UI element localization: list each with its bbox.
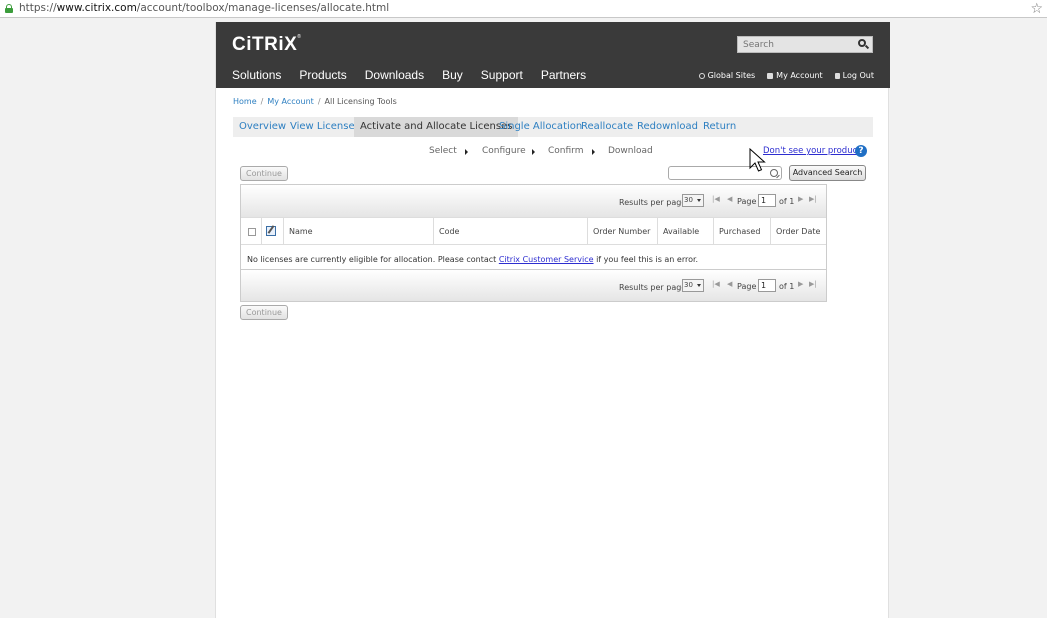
tab-redownload[interactable]: Redownload xyxy=(637,117,698,137)
account-icon xyxy=(767,73,774,79)
customer-service-link[interactable]: Citrix Customer Service xyxy=(499,255,594,264)
continue-button-bottom[interactable]: Continue xyxy=(240,305,288,320)
page-input[interactable]: 1 xyxy=(758,279,776,292)
first-page-icon[interactable]: |◀ xyxy=(712,195,720,203)
breadcrumb-current: All Licensing Tools xyxy=(324,97,397,106)
tab-reallocate[interactable]: Reallocate xyxy=(581,117,633,137)
url-text[interactable]: https://www.citrix.com/account/toolbox/m… xyxy=(19,2,389,14)
dont-see-product-link[interactable]: Don't see your product? xyxy=(763,146,865,156)
nav-support[interactable]: Support xyxy=(481,68,523,82)
lock-icon xyxy=(5,4,13,13)
column-order-number[interactable]: Order Number xyxy=(587,218,657,245)
last-page-icon[interactable]: ▶| xyxy=(809,280,817,288)
column-code[interactable]: Code xyxy=(433,218,588,245)
tab-activate-allocate[interactable]: Activate and Allocate Licenses xyxy=(354,117,519,137)
breadcrumb: Home / My Account / All Licensing Tools xyxy=(233,97,397,106)
column-name[interactable]: Name xyxy=(283,218,433,245)
edit-icon xyxy=(266,226,276,236)
results-per-page-select[interactable]: 30 xyxy=(682,194,704,207)
page-content: CiTRiX® Solutions Products Downloads Buy… xyxy=(215,22,890,618)
main-nav: Solutions Products Downloads Buy Support… xyxy=(232,68,586,82)
nav-downloads[interactable]: Downloads xyxy=(365,68,424,82)
my-account-link[interactable]: My Account xyxy=(767,71,823,80)
global-sites-link[interactable]: Global Sites xyxy=(698,71,755,80)
first-page-icon[interactable]: |◀ xyxy=(712,280,720,288)
advanced-search-button[interactable]: Advanced Search xyxy=(789,165,866,181)
step-arrow-icon xyxy=(465,149,468,155)
page-label: Page xyxy=(737,282,757,291)
select-all-checkbox[interactable] xyxy=(248,228,256,236)
pager-top: Results per page 30 |◀ ◀ Page 1 of 1 ▶ ▶… xyxy=(241,185,826,217)
step-select: Select xyxy=(429,146,457,156)
step-arrow-icon xyxy=(592,149,595,155)
breadcrumb-separator: / xyxy=(317,97,321,106)
tab-return[interactable]: Return xyxy=(703,117,736,137)
licenses-grid: Results per page 30 |◀ ◀ Page 1 of 1 ▶ ▶… xyxy=(240,184,827,302)
utility-links: Global Sites My Account Log Out xyxy=(698,71,874,80)
search-icon[interactable] xyxy=(856,38,870,51)
page-count: of 1 xyxy=(779,197,795,206)
column-purchased[interactable]: Purchased xyxy=(713,218,771,245)
grid-header: Name Code Order Number Available Purchas… xyxy=(241,217,826,245)
step-download: Download xyxy=(608,146,653,156)
step-arrow-icon xyxy=(532,149,535,155)
log-out-link[interactable]: Log Out xyxy=(834,71,874,80)
page-input[interactable]: 1 xyxy=(758,194,776,207)
prev-page-icon[interactable]: ◀ xyxy=(727,280,732,288)
column-order-date[interactable]: Order Date xyxy=(770,218,826,245)
step-confirm: Confirm xyxy=(548,146,584,156)
continue-button[interactable]: Continue xyxy=(240,166,288,181)
nav-buy[interactable]: Buy xyxy=(442,68,463,82)
globe-icon xyxy=(698,73,705,79)
prev-page-icon[interactable]: ◀ xyxy=(727,195,732,203)
results-per-page-label: Results per page xyxy=(619,283,687,292)
chevron-down-icon xyxy=(697,199,701,202)
chevron-down-icon xyxy=(697,284,701,287)
step-configure: Configure xyxy=(482,146,526,156)
mouse-cursor-icon xyxy=(749,148,766,172)
search-input[interactable] xyxy=(738,37,850,52)
help-icon[interactable]: ? xyxy=(855,145,867,157)
next-page-icon[interactable]: ▶ xyxy=(798,195,803,203)
lock-icon xyxy=(834,73,840,79)
empty-message: No licenses are currently eligible for a… xyxy=(247,255,699,264)
citrix-logo[interactable]: CiTRiX® xyxy=(232,34,301,56)
results-per-page-label: Results per page xyxy=(619,198,687,207)
star-icon[interactable]: ☆ xyxy=(1030,0,1043,18)
tab-single-allocation[interactable]: Single Allocation xyxy=(499,117,582,137)
column-available[interactable]: Available xyxy=(657,218,714,245)
page-count: of 1 xyxy=(779,282,795,291)
nav-products[interactable]: Products xyxy=(299,68,346,82)
pager-bottom: Results per page 30 |◀ ◀ Page 1 of 1 ▶ ▶… xyxy=(241,269,826,301)
last-page-icon[interactable]: ▶| xyxy=(809,195,817,203)
address-bar[interactable]: https://www.citrix.com/account/toolbox/m… xyxy=(0,0,1047,18)
edit-column xyxy=(261,218,282,245)
site-header: CiTRiX® Solutions Products Downloads Buy… xyxy=(216,22,890,88)
page-label: Page xyxy=(737,197,757,206)
next-page-icon[interactable]: ▶ xyxy=(798,280,803,288)
breadcrumb-my-account[interactable]: My Account xyxy=(267,97,313,106)
tab-overview[interactable]: Overview xyxy=(239,117,286,137)
nav-solutions[interactable]: Solutions xyxy=(232,68,281,82)
nav-partners[interactable]: Partners xyxy=(541,68,586,82)
site-search xyxy=(737,36,873,53)
tab-view-licenses[interactable]: View Licenses xyxy=(290,117,360,137)
licensing-subnav: Overview View Licenses Activate and Allo… xyxy=(233,117,873,137)
breadcrumb-home[interactable]: Home xyxy=(233,97,257,106)
results-per-page-select[interactable]: 30 xyxy=(682,279,704,292)
breadcrumb-separator: / xyxy=(260,97,264,106)
